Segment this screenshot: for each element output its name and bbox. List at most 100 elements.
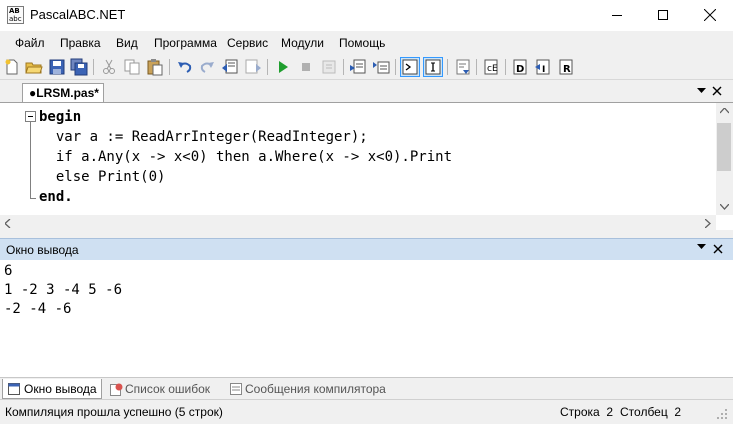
save-button[interactable] — [48, 58, 66, 76]
bottom-tab-strip: Окно вывода Список ошибок Сообщения комп… — [0, 377, 733, 399]
rebuild-button[interactable]: R — [557, 58, 575, 76]
keyword: begin — [39, 109, 82, 125]
navigate-back-button[interactable] — [221, 58, 239, 76]
build-button[interactable]: D — [511, 58, 529, 76]
close-window-button[interactable] — [687, 0, 733, 31]
close-icon — [704, 9, 716, 21]
open-file-icon — [25, 62, 43, 74]
output-panel-header: Окно вывода — [0, 238, 733, 260]
undo-icon — [178, 62, 192, 73]
tab-compiler-messages[interactable]: Сообщения компилятора — [225, 379, 395, 399]
code-text: if a.Any(x -> x<0) then a.Where(x -> x<0… — [55, 149, 453, 165]
run-icon — [279, 61, 288, 73]
new-file-icon — [5, 59, 18, 75]
redo-button[interactable] — [198, 58, 216, 76]
open-file-button[interactable] — [25, 58, 43, 76]
tab-output-window-label: Окно вывода — [24, 382, 97, 396]
format-icon — [456, 59, 470, 75]
code-line-3: if a.Any(x -> x<0) then a.Where(x -> x<0… — [39, 147, 452, 167]
tab-error-list[interactable]: Список ошибок — [105, 379, 223, 399]
resize-grip-icon[interactable] — [716, 408, 728, 420]
panel-chevron-down-icon[interactable] — [697, 244, 706, 250]
new-file-button[interactable] — [3, 58, 21, 76]
tab-output-window[interactable]: Окно вывода — [2, 379, 102, 399]
code-line-4: else Print(0) — [39, 167, 166, 187]
step-icon — [350, 59, 366, 74]
status-bar: Компиляция прошла успешно (5 строк) Стро… — [0, 399, 733, 424]
save-all-button[interactable] — [70, 58, 88, 76]
close-panel-icon[interactable] — [713, 244, 723, 254]
compile-button[interactable]: I — [534, 58, 552, 76]
scroll-thumb[interactable] — [717, 123, 731, 171]
input-window-button[interactable] — [423, 57, 443, 77]
format-button[interactable] — [454, 58, 472, 76]
scroll-down-icon[interactable] — [720, 204, 729, 210]
paste-icon — [147, 59, 163, 76]
menu-edit[interactable]: Правка — [60, 36, 101, 50]
copy-icon — [124, 59, 140, 75]
menu-view[interactable]: Вид — [116, 36, 138, 50]
toolbar-separator — [93, 59, 94, 75]
menu-program[interactable]: Программа — [154, 36, 217, 50]
step-over-icon — [373, 61, 390, 74]
status-column-number: Столбец 2 — [620, 405, 682, 419]
app-icon-text-2: abc — [9, 15, 22, 23]
stop-button[interactable] — [297, 58, 315, 76]
editor-vertical-scrollbar[interactable] — [716, 103, 733, 215]
scroll-left-icon[interactable] — [5, 219, 11, 228]
menu-help[interactable]: Помощь — [339, 36, 385, 50]
debug-button[interactable] — [320, 58, 338, 76]
run-button[interactable] — [274, 58, 292, 76]
toolbar-separator — [343, 59, 344, 75]
code-line-1: begin — [39, 107, 81, 127]
compile-icon: I — [535, 59, 550, 75]
window-title: PascalABC.NET — [30, 7, 126, 22]
save-icon — [49, 59, 65, 75]
toolbar-separator — [169, 59, 170, 75]
fold-guide — [30, 117, 31, 199]
maximize-button[interactable] — [640, 0, 686, 31]
stop-icon — [302, 63, 310, 71]
step-over-button[interactable] — [372, 58, 390, 76]
redo-icon — [200, 62, 214, 73]
scroll-up-icon[interactable] — [720, 108, 729, 114]
copy-button[interactable] — [123, 58, 141, 76]
toolbar-separator — [476, 59, 477, 75]
code-editor[interactable]: begin var a := ReadArrInteger(ReadIntege… — [0, 102, 733, 231]
cut-button[interactable] — [100, 58, 118, 76]
svg-text:cE: cE — [487, 64, 498, 74]
scroll-right-icon[interactable] — [705, 219, 711, 228]
menu-file[interactable]: Файл — [15, 36, 45, 50]
build-icon: D — [513, 59, 527, 75]
code-line-5: end. — [39, 187, 73, 207]
output-area[interactable]: 6 1 -2 3 -4 5 -6 -2 -4 -6 — [0, 260, 733, 377]
step-into-button[interactable] — [349, 58, 367, 76]
editor-horizontal-scrollbar[interactable] — [0, 215, 716, 231]
undo-button[interactable] — [176, 58, 194, 76]
compiler-messages-icon — [230, 383, 242, 395]
code-text: else Print(0) — [55, 169, 166, 185]
save-all-icon — [70, 58, 88, 76]
fold-toggle[interactable] — [25, 111, 36, 122]
tab-lrsm-pas[interactable]: ●LRSM.pas* — [22, 83, 104, 102]
menu-service[interactable]: Сервис — [227, 36, 268, 50]
fold-end-marker — [30, 198, 36, 199]
output-panel-title: Окно вывода — [6, 243, 79, 257]
close-tab-icon[interactable] — [712, 86, 722, 96]
rebuild-icon: R — [559, 59, 573, 75]
svg-text:D: D — [516, 64, 524, 75]
view-button[interactable]: cE — [482, 58, 500, 76]
minimize-button[interactable] — [594, 0, 640, 31]
code-text: var a := ReadArrInteger(ReadInteger); — [55, 129, 368, 145]
paste-button[interactable] — [146, 58, 164, 76]
tab-error-list-label: Список ошибок — [125, 382, 211, 396]
document-tab-strip: ●LRSM.pas* — [0, 80, 733, 102]
output-line: -2 -4 -6 — [4, 301, 72, 317]
svg-text:R: R — [563, 64, 571, 75]
navigate-forward-button[interactable] — [244, 58, 262, 76]
input-window-icon — [425, 59, 441, 75]
output-window-button[interactable] — [400, 57, 420, 77]
menu-modules[interactable]: Модули — [281, 36, 324, 50]
tab-list-chevron-down-icon[interactable] — [697, 88, 706, 94]
navigate-forward-icon — [245, 59, 261, 74]
